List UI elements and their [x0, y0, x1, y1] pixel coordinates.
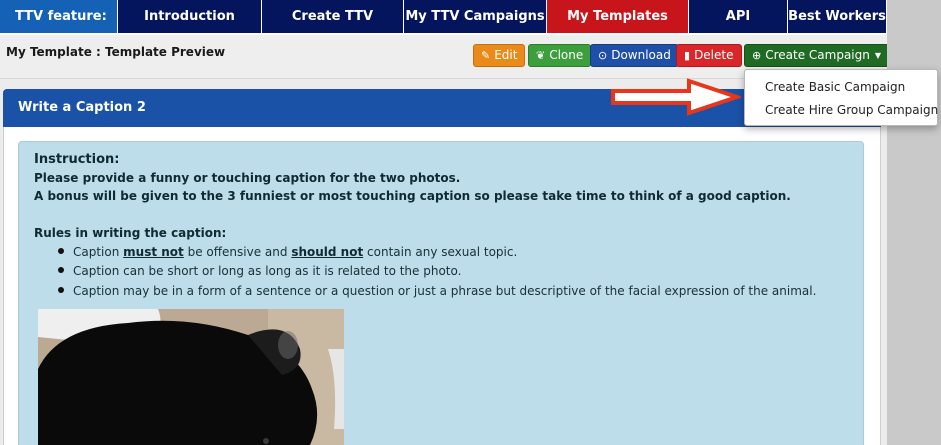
- instruction-line: Please provide a funny or touching capti…: [34, 171, 461, 185]
- rule-emphasis: should not: [291, 245, 364, 259]
- animal-photo-image: [38, 309, 344, 445]
- rule-text: Caption can be short or long as long as …: [73, 264, 462, 278]
- rule-item: Caption can be short or long as long as …: [58, 264, 461, 278]
- edit-button-label: Edit: [494, 48, 518, 62]
- create-campaign-button-label: Create Campaign: [765, 48, 870, 62]
- rule-text: Caption: [73, 245, 124, 259]
- page: TTV feature: Introduction Create TTV Cam…: [0, 0, 887, 445]
- rule-item: Caption must not be offensive and should…: [58, 245, 517, 259]
- nav-item-api[interactable]: API: [689, 0, 788, 33]
- bullet: [58, 267, 64, 273]
- nav-item-create-ttv-campaign[interactable]: Create TTV Campaign: [262, 0, 404, 57]
- clone-button-label: Clone: [549, 48, 584, 62]
- animal-photo: [38, 309, 344, 445]
- nav-item-my-templates[interactable]: My Templates: [547, 0, 689, 33]
- create-campaign-button[interactable]: ⊕ Create Campaign ▼: [744, 44, 887, 67]
- nav-item-my-ttv-campaigns[interactable]: My TTV Campaigns: [404, 0, 547, 33]
- rule-emphasis: must not: [123, 245, 184, 259]
- pencil-icon: ✎: [481, 49, 491, 62]
- rules-title: Rules in writing the caption:: [34, 226, 227, 240]
- bullet: [58, 287, 64, 293]
- nav-item-best-workers[interactable]: Best Workers: [788, 0, 887, 33]
- leaf-icon: ❦: [536, 49, 546, 62]
- edit-button[interactable]: ✎ Edit: [473, 44, 526, 67]
- nav-feature-label: TTV feature:: [0, 0, 118, 33]
- clone-button[interactable]: ❦ Clone: [528, 44, 592, 67]
- top-nav: TTV feature: Introduction Create TTV Cam…: [0, 0, 887, 57]
- download-circle-icon: ⊙: [598, 49, 608, 62]
- rule-text: contain any sexual topic.: [363, 245, 518, 259]
- rule-item: Caption may be in a form of a sentence o…: [58, 284, 816, 298]
- menu-item-create-basic-campaign[interactable]: Create Basic Campaign: [765, 80, 905, 94]
- menu-item-create-hire-group-campaign[interactable]: Create Hire Group Campaign: [765, 103, 938, 117]
- chevron-down-icon: ▼: [874, 51, 882, 60]
- nav-item-introduction[interactable]: Introduction: [118, 0, 262, 33]
- download-button[interactable]: ⊙ Download: [590, 44, 679, 67]
- delete-button[interactable]: ▮ Delete: [676, 44, 742, 67]
- annotation-arrow-icon: [611, 78, 741, 116]
- plus-circle-icon: ⊕: [752, 49, 762, 62]
- rule-text: be offensive and: [183, 245, 292, 259]
- download-button-label: Download: [611, 48, 671, 62]
- create-campaign-dropdown: Create Basic Campaign Create Hire Group …: [744, 69, 938, 126]
- page-title: My Template : Template Preview: [6, 45, 226, 59]
- delete-button-label: Delete: [694, 48, 734, 62]
- bullet: [58, 248, 64, 254]
- instruction-line: A bonus will be given to the 3 funniest …: [34, 189, 791, 203]
- instruction-title: Instruction:: [34, 152, 120, 167]
- rule-text: Caption may be in a form of a sentence o…: [73, 284, 817, 298]
- trash-icon: ▮: [684, 49, 691, 62]
